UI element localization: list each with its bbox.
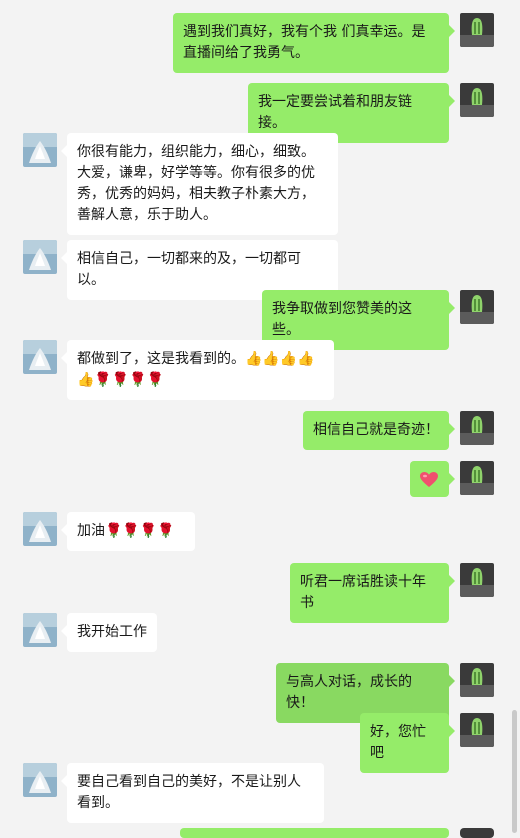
message-bubble[interactable]: 听君一席话胜读十年书 [290, 563, 455, 623]
avatar-self[interactable] [460, 290, 494, 324]
avatar-contact[interactable] [23, 613, 57, 647]
message-bubble[interactable]: 相信自己就是奇迹！ [303, 411, 455, 450]
avatar-contact[interactable] [23, 763, 57, 797]
avatar-self[interactable] [460, 13, 494, 47]
scrollbar[interactable] [512, 710, 517, 833]
message-bubble[interactable] [410, 461, 455, 497]
heart-emoji-icon [420, 472, 438, 488]
message-bubble[interactable]: 好，您忙吧 [360, 713, 455, 773]
avatar-contact[interactable] [23, 340, 57, 374]
message-bubble[interactable]: 加油🌹🌹🌹🌹 [61, 512, 195, 551]
avatar-self[interactable] [460, 83, 494, 117]
avatar-self[interactable] [460, 713, 494, 747]
message-bubble[interactable]: 都做到了，这是我看到的。👍👍👍👍👍🌹🌹🌹🌹 [61, 340, 334, 400]
avatar-self[interactable] [460, 563, 494, 597]
avatar-contact[interactable] [23, 240, 57, 274]
partial-message-bubble [180, 828, 449, 838]
message-bubble[interactable]: 要自己看到自己的美好，不是让别人看到。 [61, 763, 324, 823]
avatar-self[interactable] [460, 461, 494, 495]
message-bubble[interactable]: 你很有能力，组织能力，细心，细致。大爱，谦卑，好学等等。你有很多的优秀，优秀的妈… [61, 133, 338, 235]
avatar-contact[interactable] [23, 512, 57, 546]
avatar-contact[interactable] [23, 133, 57, 167]
message-bubble[interactable]: 遇到我们真好，我有个我 们真幸运。是直播间给了我勇气。 [173, 13, 455, 73]
partial-avatar [460, 828, 494, 838]
avatar-self[interactable] [460, 663, 494, 697]
avatar-self[interactable] [460, 411, 494, 445]
message-bubble[interactable]: 我开始工作 [61, 613, 157, 652]
